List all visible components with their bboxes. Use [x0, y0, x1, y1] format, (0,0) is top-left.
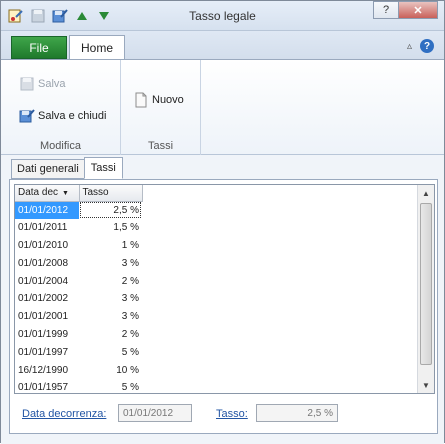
close-button[interactable]: ✕: [398, 1, 438, 19]
scroll-down-icon[interactable]: ▼: [418, 377, 434, 393]
arrow-down-icon[interactable]: [95, 7, 113, 25]
table-row[interactable]: 01/01/1999 2 %: [15, 326, 142, 344]
new-document-icon: [133, 92, 149, 108]
new-button-label: Nuovo: [152, 94, 184, 106]
scroll-thumb[interactable]: [420, 203, 432, 365]
table-header: Data dec ▼ Tasso: [15, 185, 143, 202]
tab-tassi[interactable]: Tassi: [83, 157, 123, 179]
collapse-ribbon-icon[interactable]: ▵: [407, 41, 412, 52]
group-tassi: Nuovo Tassi: [121, 60, 201, 156]
help-window-button[interactable]: ?: [373, 1, 399, 19]
save-and-close-label: Salva e chiudi: [38, 110, 107, 122]
table-row[interactable]: 01/01/2001 3 %: [15, 308, 142, 326]
save-close-icon[interactable]: [51, 7, 69, 25]
save-and-close-button[interactable]: Salva e chiudi: [19, 108, 107, 124]
table-row[interactable]: 01/01/1997 5 %: [15, 343, 142, 361]
table-row[interactable]: 01/01/1957 5 %: [15, 379, 142, 393]
table-row[interactable]: 01/01/2012 2,5 %: [15, 201, 142, 219]
save-close-icon: [19, 108, 35, 124]
table-row[interactable]: 01/01/2011 1,5 %: [15, 219, 142, 237]
file-tab[interactable]: File: [11, 36, 67, 59]
group-modifica: Salva Salva e chiudi Modifica: [1, 60, 121, 156]
tassi-panel: Data dec ▼ Tasso 01/01/2012 2,5 % 01/01/20…: [9, 179, 438, 434]
group-label-modifica: Modifica: [40, 140, 81, 152]
rates-table: Data dec ▼ Tasso 01/01/2012 2,5 % 01/01/20…: [15, 185, 143, 393]
save-icon[interactable]: [29, 7, 47, 25]
rate-field-label: Tasso:: [216, 408, 248, 420]
scroll-up-icon[interactable]: ▲: [418, 185, 434, 201]
vertical-scrollbar[interactable]: ▲ ▼: [417, 185, 434, 393]
group-label-tassi: Tassi: [147, 140, 174, 152]
sort-desc-icon: ▼: [62, 190, 69, 198]
ribbon-tabs: File Home ▵ ?: [1, 31, 444, 60]
table-row[interactable]: 16/12/1990 10 %: [15, 361, 142, 379]
tab-dati-generali[interactable]: Dati generali: [11, 159, 85, 179]
save-button[interactable]: Salva: [19, 76, 66, 92]
table-row[interactable]: 01/01/2008 3 %: [15, 254, 142, 272]
detail-tabs: Dati generali Tassi: [11, 157, 123, 179]
column-header-tasso[interactable]: Tasso: [79, 185, 143, 202]
ribbon-right-controls: ▵ ?: [407, 39, 434, 53]
detail-fields: Data decorrenza: 01/01/2012 Tasso: 2,5 %: [10, 402, 439, 426]
tasso-legale-window: Tasso legale ? ✕ File Home ▵ ? Salva Sal…: [0, 0, 445, 444]
title-bar: Tasso legale ? ✕: [1, 1, 444, 31]
properties-icon[interactable]: [7, 7, 25, 25]
new-button[interactable]: Nuovo: [133, 92, 184, 108]
rate-field[interactable]: 2,5 %: [256, 404, 338, 422]
table-row[interactable]: 01/01/2002 3 %: [15, 290, 142, 308]
save-icon: [19, 76, 35, 92]
column-header-data[interactable]: Data dec ▼: [15, 185, 80, 202]
save-button-label: Salva: [38, 78, 66, 90]
rates-grid[interactable]: Data dec ▼ Tasso 01/01/2012 2,5 % 01/01/20…: [14, 184, 435, 394]
date-field-label: Data decorrenza:: [22, 408, 107, 420]
table-row[interactable]: 01/01/2010 1 %: [15, 237, 142, 255]
help-icon[interactable]: ?: [420, 39, 434, 53]
window-controls: ? ✕: [373, 1, 438, 19]
ribbon: Salva Salva e chiudi Modifica Nuovo Tass…: [1, 59, 444, 156]
date-field[interactable]: 01/01/2012: [118, 404, 192, 422]
table-row[interactable]: 01/01/2004 2 %: [15, 272, 142, 290]
arrow-up-icon[interactable]: [73, 7, 91, 25]
quick-access-toolbar: [7, 7, 113, 25]
home-tab[interactable]: Home: [69, 35, 125, 60]
content-area: Dati generali Tassi Data dec ▼ Tasso 01/0…: [1, 155, 444, 444]
